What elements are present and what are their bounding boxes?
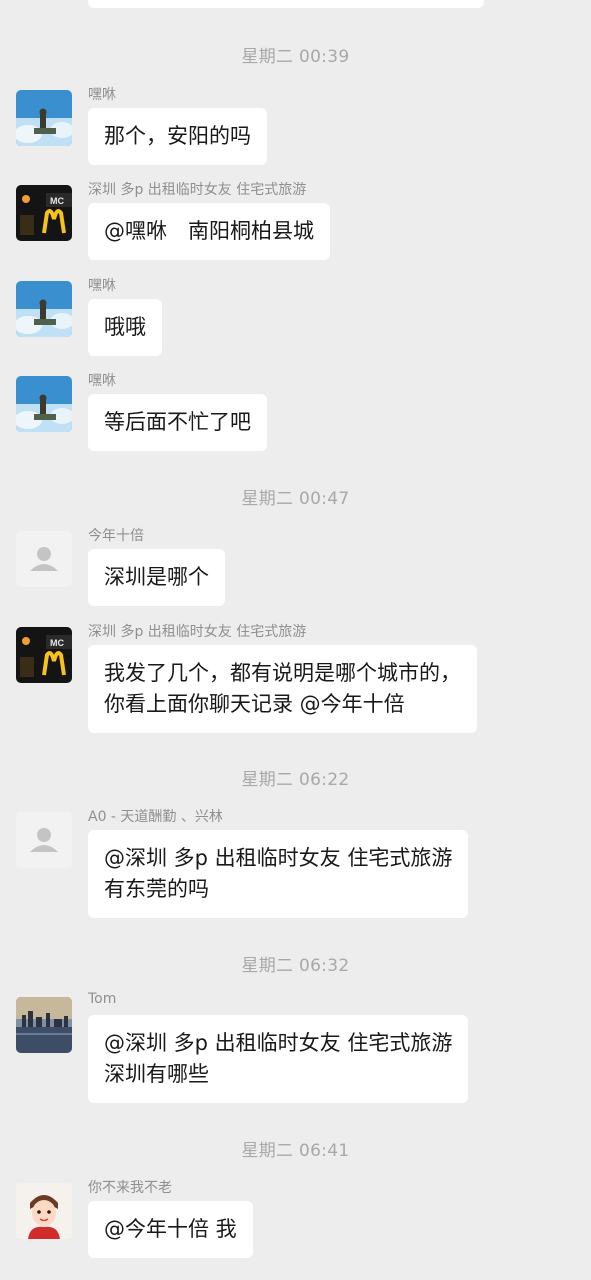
- message-bubble[interactable]: 深圳是哪个: [88, 549, 225, 606]
- message-text: 你看上面你聊天记录 @今年十倍: [104, 692, 405, 716]
- mcdonalds-avatar[interactable]: MC: [16, 627, 72, 683]
- message-text: 深圳有哪些: [104, 1062, 209, 1086]
- message-bubble[interactable]: 等后面不忙了吧: [88, 394, 267, 451]
- timestamp: 星期二 00:47: [241, 489, 350, 509]
- message-text: @嘿咻 南阳桐柏县城: [104, 219, 314, 243]
- message-bubble[interactable]: 我发了几个，都有说明是哪个城市的， 你看上面你聊天记录 @今年十倍: [88, 645, 477, 733]
- message-text: @深圳 多p 出租临时女友 住宅式旅游: [104, 846, 453, 870]
- message-text: 哦哦: [104, 315, 146, 339]
- sender-name: 嘿咻: [88, 373, 116, 389]
- timestamp: 星期二 06:41: [241, 1141, 350, 1161]
- timestamp: 星期二 00:39: [241, 47, 350, 67]
- default-user-avatar[interactable]: [16, 812, 72, 868]
- message-text: 那个，安阳的吗: [104, 124, 251, 148]
- sender-name: 深圳 多p 出租临时女友 住宅式旅游: [88, 182, 307, 198]
- message-bubble[interactable]: @嘿咻 南阳桐柏县城: [88, 203, 330, 260]
- message-bubble[interactable]: 哦哦: [88, 299, 162, 356]
- svg-text:MC: MC: [50, 638, 64, 648]
- message-text: @今年十倍 我: [104, 1217, 237, 1241]
- previous-message-bubble[interactable]: [88, 0, 484, 8]
- sender-name: 今年十倍: [88, 528, 144, 544]
- timestamp: 星期二 06:22: [241, 770, 350, 790]
- message-text: 深圳是哪个: [104, 565, 209, 589]
- svg-text:MC: MC: [50, 196, 64, 206]
- sender-name: 嘿咻: [88, 278, 116, 294]
- message-text: 有东莞的吗: [104, 877, 209, 901]
- default-user-avatar[interactable]: [16, 531, 72, 587]
- sender-name: 深圳 多p 出租临时女友 住宅式旅游: [88, 624, 307, 640]
- message-bubble[interactable]: 那个，安阳的吗: [88, 108, 267, 165]
- sender-name: A0 - 天道酬勤 、兴林: [88, 809, 223, 825]
- sky-figure-avatar[interactable]: [16, 90, 72, 146]
- message-text: @深圳 多p 出租临时女友 住宅式旅游: [104, 1031, 453, 1055]
- message-text: 等后面不忙了吧: [104, 410, 251, 434]
- sender-name: Tom: [88, 991, 117, 1007]
- message-bubble[interactable]: @深圳 多p 出租临时女友 住宅式旅游 有东莞的吗: [88, 830, 469, 918]
- chat-message-list[interactable]: 星期二 00:39 嘿咻 那个，安阳的吗 MC 深圳 多p 出租临时女友 住宅式…: [0, 0, 591, 1280]
- message-text: 我发了几个，都有说明是哪个城市的，: [104, 661, 461, 685]
- mcdonalds-avatar[interactable]: MC: [16, 185, 72, 241]
- sender-name: 嘿咻: [88, 87, 116, 103]
- city-skyline-avatar[interactable]: [16, 997, 72, 1053]
- sender-name: 你不来我不老: [88, 1180, 172, 1196]
- sky-figure-avatar[interactable]: [16, 281, 72, 337]
- sky-figure-avatar[interactable]: [16, 376, 72, 432]
- cartoon-person-avatar[interactable]: [16, 1183, 72, 1239]
- message-bubble[interactable]: @深圳 多p 出租临时女友 住宅式旅游 深圳有哪些: [88, 1015, 469, 1103]
- message-bubble[interactable]: @今年十倍 我: [88, 1201, 253, 1258]
- timestamp: 星期二 06:32: [241, 956, 350, 976]
